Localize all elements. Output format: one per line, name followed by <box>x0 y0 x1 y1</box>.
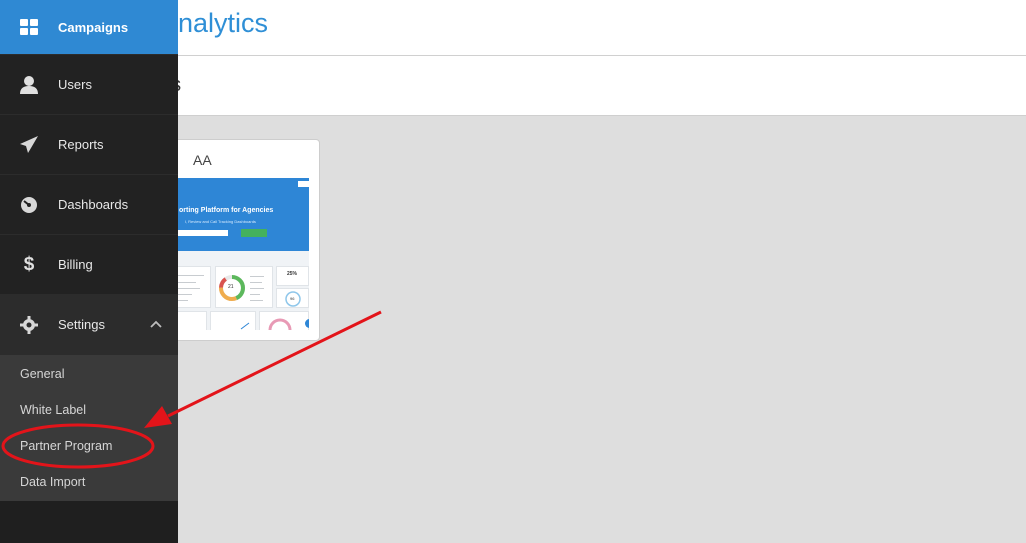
annotation-ellipse <box>1 423 155 469</box>
annotation-arrowhead <box>144 406 172 428</box>
annotation-arrow-line <box>167 310 382 418</box>
annotation-overlay <box>1 310 382 469</box>
